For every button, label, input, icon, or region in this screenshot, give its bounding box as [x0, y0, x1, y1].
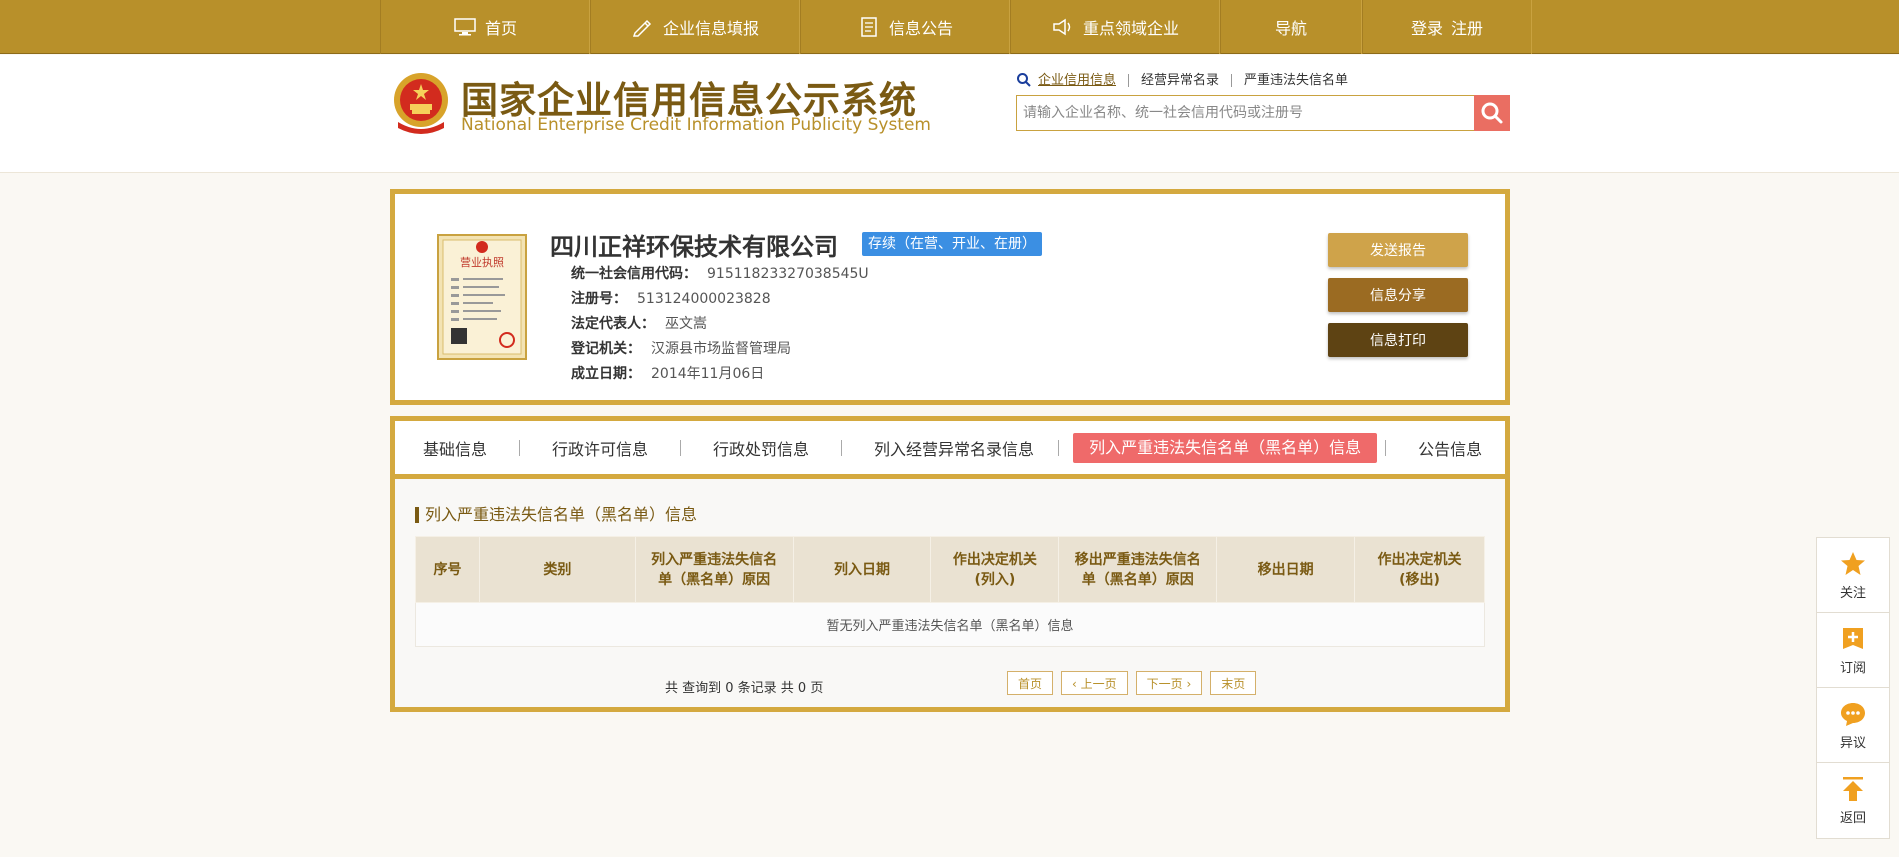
table-header-row: 序号 类别 列入严重违法失信名单（黑名单）原因 列入日期 作出决定机关(列入) …: [415, 536, 1485, 603]
info-founded-date: 成立日期： 2014年11月06日: [571, 366, 765, 382]
detail-panel: 基础信息 行政许可信息 行政处罚信息 列入经营异常名录信息 列入严重违法失信名单…: [390, 416, 1510, 712]
tab-divider: [1385, 439, 1387, 456]
register-link[interactable]: 注册: [1451, 15, 1483, 39]
col-header: 序号: [415, 536, 480, 603]
subscribe-label: 订阅: [1839, 660, 1866, 676]
tab-divider: [1058, 439, 1060, 456]
speaker-icon: [1053, 18, 1071, 36]
document-icon: [861, 17, 877, 37]
col-header: 作出决定机关(移出): [1354, 536, 1485, 603]
tab-blacklist[interactable]: 列入严重违法失信名单（黑名单）信息: [1073, 432, 1378, 463]
search-tab-abnormal[interactable]: 经营异常名录: [1129, 73, 1233, 87]
send-report-button[interactable]: 发送报告: [1328, 233, 1468, 267]
company-summary-panel: 营业执照 四川正祥环保技术有限公司 存续（在营、开业、在册） 统一社会信用代码：…: [390, 189, 1510, 405]
search-icon: [1481, 102, 1503, 124]
share-info-button[interactable]: 信息分享: [1328, 278, 1468, 312]
status-badge: 存续（在营、开业、在册）: [862, 232, 1042, 256]
search-input[interactable]: [1017, 96, 1473, 130]
nav-key-label: 重点领域企业: [1082, 19, 1179, 38]
login-link[interactable]: 登录: [1411, 15, 1443, 39]
star-icon: [1841, 551, 1865, 575]
top-navigation: 首页 企业信息填报 信息公告 重点领域企业 导航 登录 注册: [0, 0, 1899, 54]
blacklist-table: 序号 类别 列入严重违法失信名单（黑名单）原因 列入日期 作出决定机关(列入) …: [415, 536, 1485, 647]
col-header: 移出严重违法失信名单（黑名单）原因: [1058, 536, 1218, 603]
col-header: 列入日期: [792, 536, 932, 603]
site-header: 国家企业信用信息公示系统 National Enterprise Credit …: [0, 55, 1899, 173]
print-info-button[interactable]: 信息打印: [1328, 323, 1468, 357]
search-tab-blacklist[interactable]: 严重违法失信名单: [1232, 74, 1360, 87]
nav-notice-label: 信息公告: [888, 19, 953, 38]
nav-guide[interactable]: 导航: [1220, 0, 1362, 54]
info-reg-number: 注册号： 513124000023828: [571, 291, 771, 307]
next-page-button[interactable]: 下一页 ›: [1135, 671, 1203, 695]
col-header: 列入严重违法失信名单（黑名单）原因: [634, 536, 794, 603]
search-box: [1016, 95, 1510, 131]
tab-penalty[interactable]: 行政处罚信息: [703, 436, 819, 460]
col-header: 类别: [478, 536, 636, 603]
search-tab-credit[interactable]: 企业信用信息: [1032, 73, 1130, 87]
nav-key-enterprises[interactable]: 重点领域企业: [1010, 0, 1220, 54]
search-button[interactable]: [1474, 95, 1510, 131]
subscribe-button[interactable]: 订阅: [1817, 613, 1889, 688]
tab-abnormal[interactable]: 列入经营异常名录信息: [864, 436, 1044, 460]
empty-message: 暂无列入严重违法失信名单（黑名单）信息: [415, 602, 1485, 647]
back-to-top-button[interactable]: 返回: [1817, 763, 1889, 838]
chat-bubble-icon: [1841, 702, 1865, 726]
site-subtitle: National Enterprise Credit Information P…: [461, 115, 931, 135]
objection-button[interactable]: 异议: [1817, 688, 1889, 763]
prev-page-button[interactable]: ‹ 上一页: [1061, 671, 1128, 695]
info-credit-code: 统一社会信用代码： 91511823327038545U: [571, 266, 869, 282]
nav-report[interactable]: 企业信息填报: [590, 0, 800, 54]
nav-notice[interactable]: 信息公告: [800, 0, 1010, 54]
pagination: 首页 ‹ 上一页 下一页 › 末页: [1007, 671, 1257, 695]
company-name: 四川正祥环保技术有限公司: [550, 233, 838, 261]
tab-divider: [680, 439, 682, 456]
info-legal-rep: 法定代表人： 巫文嵩: [571, 316, 707, 332]
search-icon: [1017, 73, 1031, 87]
info-reg-authority: 登记机关： 汉源县市场监督管理局: [571, 341, 791, 357]
back-label: 返回: [1839, 811, 1866, 826]
national-emblem-icon: [394, 73, 448, 134]
license-title: 营业执照: [460, 255, 504, 269]
pen-icon: [632, 19, 652, 37]
tab-divider: [841, 439, 843, 456]
tab-divider: [519, 439, 521, 456]
nav-home[interactable]: 首页: [380, 0, 590, 54]
last-page-button[interactable]: 末页: [1210, 671, 1257, 695]
nav-home-label: 首页: [484, 19, 517, 38]
table-row: 暂无列入严重违法失信名单（黑名单）信息: [415, 602, 1485, 647]
side-toolbar: 关注 订阅 异议 返回: [1816, 537, 1890, 839]
nav-guide-label: 导航: [1274, 19, 1307, 38]
business-license-icon: 营业执照: [437, 234, 527, 360]
pager-summary: 共 查询到 0 条记录 共 0 页: [665, 681, 824, 696]
objection-label: 异议: [1839, 735, 1866, 751]
first-page-button[interactable]: 首页: [1007, 671, 1054, 695]
section-title: 列入严重违法失信名单（黑名单）信息: [415, 507, 697, 523]
plus-bookmark-icon: [1843, 627, 1863, 649]
detail-tabs: 基础信息 行政许可信息 行政处罚信息 列入经营异常名录信息 列入严重违法失信名单…: [395, 421, 1505, 479]
tab-basic[interactable]: 基础信息: [413, 436, 497, 460]
arrow-up-icon: [1843, 777, 1863, 801]
tab-announcement[interactable]: 公告信息: [1408, 436, 1492, 460]
col-header: 作出决定机关(列入): [930, 536, 1060, 603]
search-type-tabs: 企业信用信息 经营异常名录 严重违法失信名单: [1016, 72, 1360, 88]
nav-account: 登录 注册: [1362, 0, 1532, 54]
nav-report-label: 企业信息填报: [662, 19, 759, 38]
follow-button[interactable]: 关注: [1817, 538, 1889, 613]
monitor-icon: [454, 18, 476, 36]
tab-license[interactable]: 行政许可信息: [542, 436, 658, 460]
follow-label: 关注: [1839, 585, 1866, 601]
col-header: 移出日期: [1216, 536, 1356, 603]
